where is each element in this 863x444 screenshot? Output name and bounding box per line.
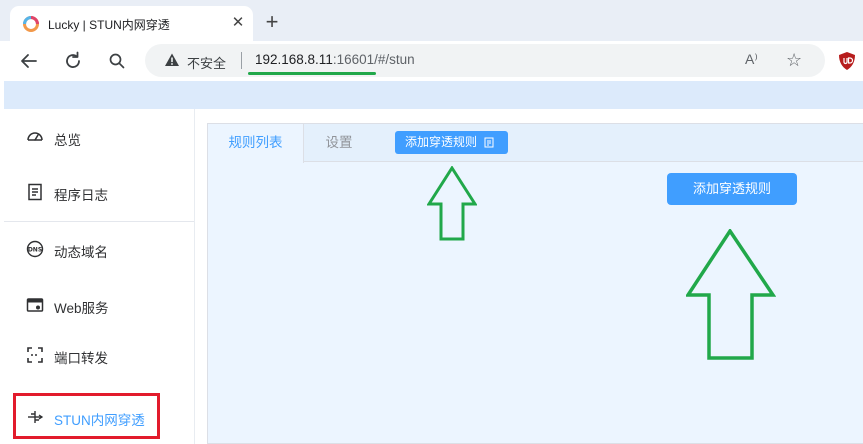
browser-tab[interactable]: Lucky | STUN内网穿透 ✕	[10, 6, 253, 41]
url-path: :16601/#/stun	[332, 52, 415, 67]
browser-tab-strip: Lucky | STUN内网穿透 ✕ +	[0, 0, 863, 41]
app-header-bar	[4, 81, 863, 109]
search-icon[interactable]	[106, 50, 128, 72]
sidebar-item-label: 动态域名	[54, 245, 108, 260]
reload-icon[interactable]	[62, 50, 84, 72]
edit-document-icon	[484, 137, 494, 148]
browser-tab-title: Lucky | STUN内网穿透	[48, 18, 170, 32]
url-host: 192.168.8.11	[255, 52, 333, 67]
url-text[interactable]: 192.168.8.11:16601/#/stun	[255, 52, 415, 67]
add-rule-tab-button-label: 添加穿透规则	[405, 135, 478, 149]
address-separator	[241, 52, 242, 69]
sidebar-item-overview[interactable]: 总览	[4, 117, 194, 157]
tab-rule-list[interactable]: 规则列表	[208, 124, 304, 163]
not-secure-label[interactable]: 不安全	[187, 53, 226, 72]
tab-settings[interactable]: 设置	[304, 124, 374, 162]
sidebar-item-label: 总览	[54, 133, 81, 148]
port-forward-icon	[27, 347, 43, 363]
bookmark-star-icon[interactable]: ☆	[786, 50, 802, 71]
annotation-highlight-box	[13, 393, 160, 439]
back-arrow-icon[interactable]	[18, 50, 40, 72]
ublock-extension-icon[interactable]	[838, 51, 856, 71]
address-bar[interactable]: 不安全 192.168.8.11:16601/#/stun A⁾ ☆	[145, 44, 825, 77]
add-rule-button[interactable]: 添加穿透规则	[667, 173, 797, 205]
tabs-header: 规则列表 设置 添加穿透规则	[208, 124, 863, 163]
sidebar-item-label: 端口转发	[54, 351, 108, 366]
svg-text:DNS: DNS	[28, 247, 42, 254]
browser-toolbar: 不安全 192.168.8.11:16601/#/stun A⁾ ☆	[0, 41, 863, 81]
sidebar-item-logs[interactable]: 程序日志	[4, 172, 194, 212]
sidebar-item-web-service[interactable]: Web服务	[4, 285, 194, 325]
url-highlight-underline	[248, 72, 376, 75]
close-tab-icon[interactable]: ✕	[229, 14, 247, 32]
lucky-favicon-icon	[23, 16, 39, 32]
sidebar-item-port-forward[interactable]: 端口转发	[4, 335, 194, 375]
read-aloud-icon[interactable]: A⁾	[745, 51, 758, 68]
sidebar-item-label: Web服务	[54, 301, 109, 316]
sidebar-item-label: 程序日志	[54, 188, 108, 203]
sidebar-item-ddns[interactable]: DNS 动态域名	[4, 229, 194, 269]
sidebar-divider	[4, 221, 194, 222]
dns-icon: DNS	[26, 240, 44, 258]
log-icon	[28, 183, 42, 201]
annotation-arrow-up-icon	[427, 166, 477, 241]
web-service-icon	[26, 298, 44, 312]
add-rule-tab-button[interactable]: 添加穿透规则	[395, 131, 508, 154]
dashboard-icon	[27, 132, 43, 141]
annotation-arrow-up-large-icon	[686, 229, 776, 360]
warning-icon[interactable]	[164, 52, 180, 68]
new-tab-button[interactable]: +	[262, 11, 282, 33]
